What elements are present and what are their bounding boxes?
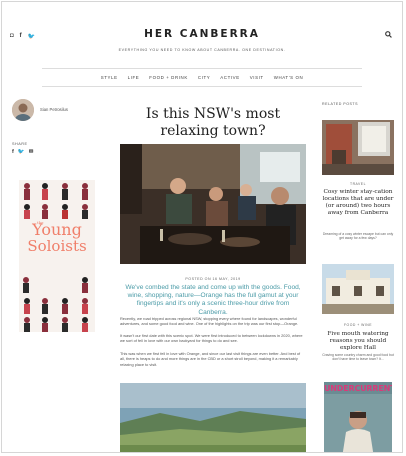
share-facebook-icon[interactable]: f bbox=[12, 149, 14, 155]
advert-young-soloists[interactable]: the Young Soloists bbox=[19, 180, 95, 332]
article-lead: We've combed the state and come up with … bbox=[125, 284, 301, 316]
article-landscape-image bbox=[120, 383, 306, 452]
article-hero-image bbox=[120, 144, 306, 264]
article-paragraph-3: This was when we first fell in love with… bbox=[120, 351, 301, 367]
related-post-category-2[interactable]: FOOD + WINE bbox=[322, 323, 394, 327]
nav-whats-on[interactable]: WHAT'S ON bbox=[274, 75, 304, 80]
page-frame: ◘ f 🐦 HER CANBERRA EVERYTHING YOU NEED T… bbox=[1, 1, 403, 453]
magazine-title: UNDERCURRENT bbox=[324, 384, 392, 393]
magazine-cover[interactable]: UNDERCURRENT bbox=[324, 382, 392, 452]
related-post-excerpt-1: Dreaming of a cosy winter escape but can… bbox=[322, 232, 394, 241]
related-post-image-1[interactable] bbox=[322, 120, 394, 175]
share-icons: f 🐦 ✉ bbox=[12, 149, 33, 155]
related-posts-label: RELATED POSTS bbox=[322, 102, 358, 106]
search-icon[interactable] bbox=[385, 31, 392, 38]
nav-style[interactable]: STYLE bbox=[101, 75, 118, 80]
dancers-pattern bbox=[23, 183, 88, 332]
related-post-title-2[interactable]: Five mouth watering reasons you should e… bbox=[322, 331, 394, 352]
nav-food-drink[interactable]: FOOD + DRINK bbox=[149, 75, 188, 80]
related-post-excerpt-2: Craving some country charm and good food… bbox=[322, 353, 394, 362]
author-avatar[interactable] bbox=[12, 99, 34, 121]
advert-title-line1: Young bbox=[32, 220, 82, 239]
nav-life[interactable]: LIFE bbox=[128, 75, 140, 80]
article-paragraph-2: It wasn't our first date with this sceni… bbox=[120, 333, 303, 344]
related-post-category-1[interactable]: TRAVEL bbox=[322, 182, 394, 186]
nav-city[interactable]: CITY bbox=[198, 75, 210, 80]
nav-visit[interactable]: VISIT bbox=[250, 75, 264, 80]
article-title: Is this NSW's most relaxing town? bbox=[145, 106, 281, 139]
article-posted-date: POSTED ON 16 MAY, 2019 bbox=[185, 277, 241, 281]
related-post-image-2[interactable] bbox=[322, 264, 394, 314]
site-logo[interactable]: HER CANBERRA bbox=[2, 28, 402, 40]
advert-title-line2: Soloists bbox=[27, 237, 87, 255]
site-tagline: EVERYTHING YOU NEED TO KNOW ABOUT CANBER… bbox=[118, 48, 286, 52]
share-twitter-icon[interactable]: 🐦 bbox=[18, 149, 25, 155]
main-nav: STYLE LIFE FOOD + DRINK CITY ACTIVE VISI… bbox=[42, 68, 362, 87]
article-paragraph-1: Recently, we road tripped across regiona… bbox=[120, 316, 299, 327]
share-email-icon[interactable]: ✉ bbox=[29, 149, 34, 155]
related-post-title-1[interactable]: Cosy winter stay-cation locations that a… bbox=[322, 189, 394, 217]
author-name[interactable]: Sian Petrosilus bbox=[40, 107, 68, 112]
nav-active[interactable]: ACTIVE bbox=[220, 75, 239, 80]
share-label: SHARE bbox=[12, 142, 28, 146]
